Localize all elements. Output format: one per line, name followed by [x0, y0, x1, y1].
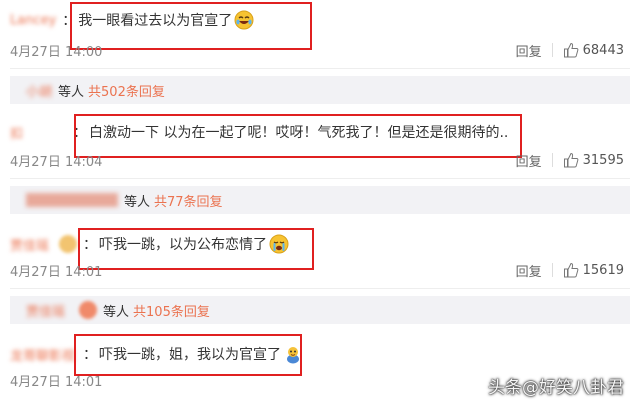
colon: ： — [73, 125, 88, 141]
watermark: 头条@好笑八卦君 — [488, 378, 624, 398]
thumbs-up-icon — [563, 152, 579, 168]
comment-1-like-count: 68443 — [582, 42, 624, 58]
comment-1-text: 我一眼看过去以为官宣了 — [78, 13, 233, 29]
comment-1-meta: 4月27日 14:00 回复 68443 — [10, 40, 630, 60]
reply-summary-bar-1[interactable]: 小胡 等人 共502条回复 — [10, 76, 630, 104]
thumbs-up-icon — [563, 262, 579, 278]
comment-3-text: 吓我一跳，以为公布恋情了 — [99, 237, 268, 253]
separator — [10, 68, 630, 69]
reply-bar-1-names[interactable]: 小胡 — [26, 81, 52, 100]
comment-1-username[interactable]: Lancey — [10, 13, 56, 28]
laughing-emoji-icon — [234, 10, 254, 30]
comment-1-reply-button[interactable]: 回复 — [516, 41, 542, 60]
comment-4-date: 4月27日 14:01 — [10, 374, 103, 390]
reply-bar-3-total[interactable]: 共105条回复 — [133, 301, 210, 320]
reply-bar-2-names[interactable] — [26, 193, 118, 207]
comment-3-meta: 4月27日 14:01 回复 15619 — [10, 260, 630, 280]
reply-bar-2-total[interactable]: 共77条回复 — [154, 191, 223, 210]
separator — [10, 178, 630, 179]
reply-bar-1-total[interactable]: 共502条回复 — [88, 81, 165, 100]
avatar — [59, 235, 78, 253]
comment-2-actions: 回复 31595 — [516, 151, 624, 170]
avatar — [79, 301, 98, 319]
colon: ： — [62, 13, 77, 29]
comment-4-line: 龙哥聊影视 ： 吓我一跳，姐，我以为官宣了 — [10, 342, 303, 366]
comment-2-reply-button[interactable]: 回复 — [516, 151, 542, 170]
comment-3-like-button[interactable]: 15619 — [563, 262, 624, 278]
comment-3-like-count: 15619 — [582, 262, 624, 278]
comment-1-like-button[interactable]: 68443 — [563, 42, 624, 58]
comment-4-username[interactable]: 龙哥聊影视 — [10, 345, 75, 364]
comment-3-date: 4月27日 14:01 — [10, 264, 103, 280]
reply-bar-3-names[interactable]: 贾佳瑶 — [26, 301, 65, 320]
thumbs-up-icon — [563, 42, 579, 58]
colon: ： — [83, 237, 98, 253]
comment-3-reply-button[interactable]: 回复 — [516, 261, 542, 280]
comment-3-line: 贾佳瑶 ： 吓我一跳，以为公布恋情了 — [10, 232, 289, 256]
reply-summary-bar-3[interactable]: 贾佳瑶 等人 共105条回复 — [10, 296, 630, 324]
reply-bar-2-others: 等人 — [124, 194, 151, 210]
comment-2-username[interactable]: 扣 — [10, 123, 23, 142]
comment-1-line: Lancey ： 我一眼看过去以为官宣了 — [10, 8, 254, 32]
comment-1-actions: 回复 68443 — [516, 41, 624, 60]
comment-4-text: 吓我一跳，姐，我以为官宣了 — [99, 347, 282, 363]
comment-2-date: 4月27日 14:04 — [10, 154, 103, 170]
comment-3-username[interactable]: 贾佳瑶 — [10, 235, 49, 254]
reply-bar-3-others: 等人 — [103, 304, 130, 320]
reply-summary-bar-2[interactable]: 等人 共77条回复 — [10, 186, 630, 214]
colon: ： — [83, 347, 98, 363]
separator — [10, 288, 630, 289]
comment-2-like-count: 31595 — [582, 152, 624, 168]
comment-1-date: 4月27日 14:00 — [10, 44, 103, 60]
comment-2-like-button[interactable]: 31595 — [563, 152, 624, 168]
crying-emoji-icon — [269, 234, 289, 254]
divider — [551, 263, 553, 277]
comment-2-text: 白激动一下 以为在一起了呢！哎呀！气死我了！但是还是很期待的.. — [89, 125, 509, 141]
comment-2-line: 扣 ： 白激动一下 以为在一起了呢！哎呀！气死我了！但是还是很期待的.. — [10, 120, 508, 144]
reply-bar-1-others: 等人 — [58, 84, 85, 100]
comment-2-meta: 4月27日 14:04 回复 31595 — [10, 150, 630, 170]
divider — [551, 43, 553, 57]
comment-3-actions: 回复 15619 — [516, 261, 624, 280]
divider — [551, 153, 553, 167]
cartoon-character-emoji-icon — [287, 347, 300, 364]
